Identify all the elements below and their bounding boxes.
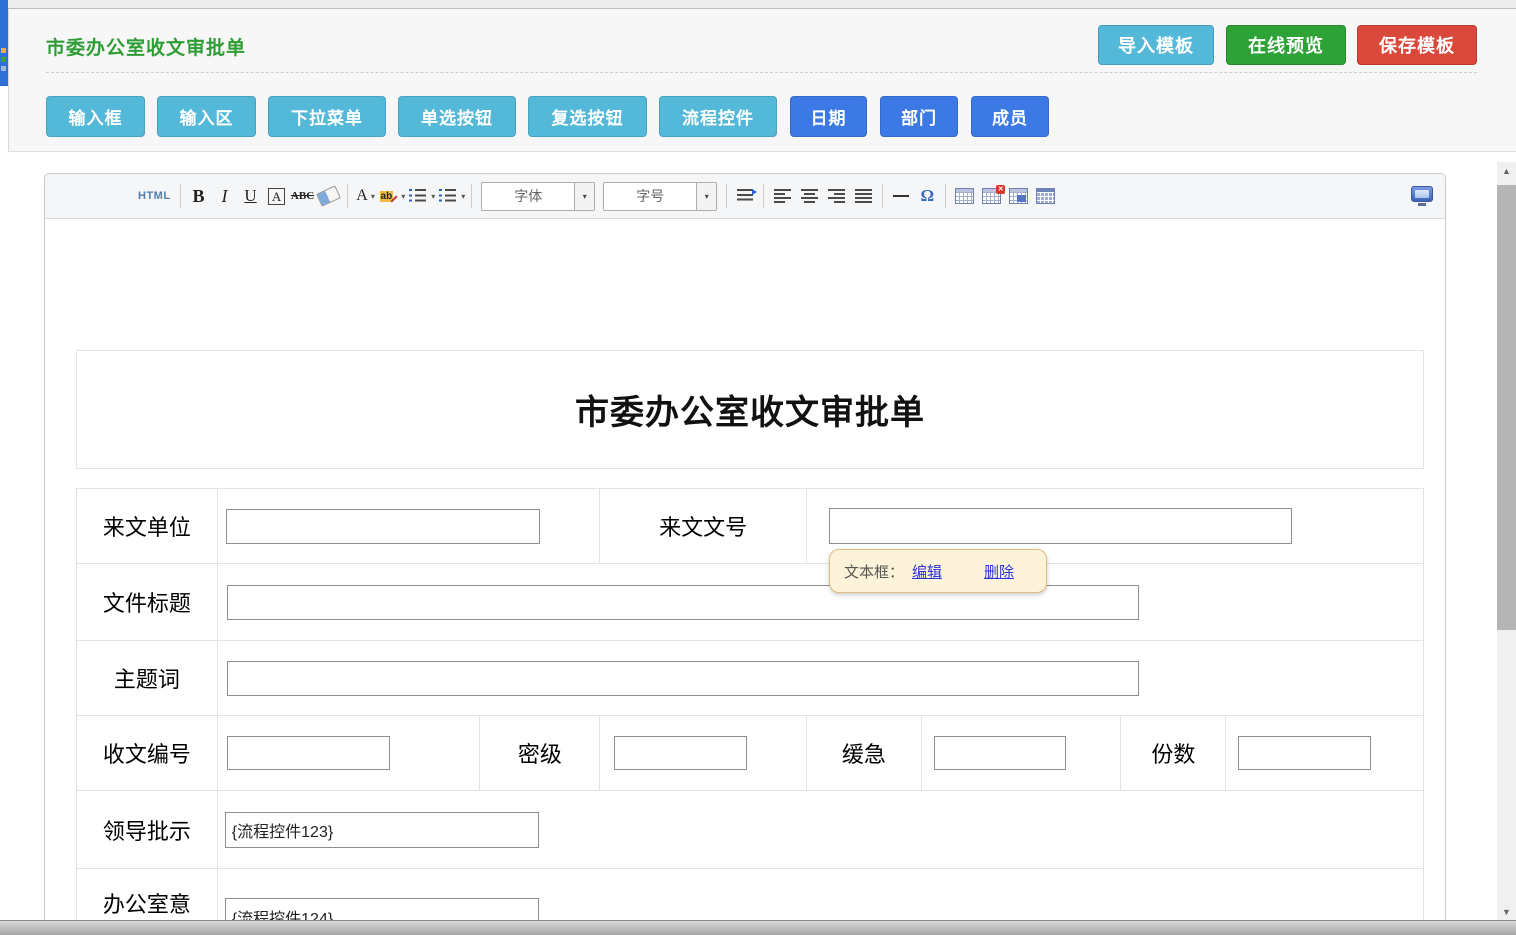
save-template-button[interactable]: 保存模板	[1357, 25, 1477, 65]
font-size-select[interactable]: 字号 ▾	[603, 182, 717, 211]
chevron-down-icon[interactable]: ▾	[431, 192, 435, 201]
widget-button-date[interactable]: 日期	[790, 96, 867, 137]
background-window-mark	[1, 48, 6, 53]
divider	[46, 72, 1477, 73]
toolbar-separator	[471, 184, 472, 208]
edit-widget-link[interactable]: 编辑	[912, 561, 942, 582]
toolbar-separator	[763, 184, 764, 208]
label-urgency: 缓急	[842, 737, 886, 769]
leader-instructions-input[interactable]	[225, 812, 539, 848]
widget-tooltip: 文本框： 编辑 删除	[829, 549, 1047, 593]
insert-table-icon[interactable]	[955, 188, 974, 204]
widget-button-checkbox[interactable]: 复选按钮	[528, 96, 647, 137]
bold-icon[interactable]: B	[187, 183, 211, 209]
label-incoming-doc-number: 来文文号	[659, 510, 747, 542]
form-table: 来文单位 来文文号 文件标题 主题词	[76, 488, 1424, 935]
align-center-icon[interactable]	[801, 189, 818, 203]
special-character-icon[interactable]: Ω	[915, 183, 939, 209]
toolbar-separator	[726, 184, 727, 208]
label-receipt-number: 收文编号	[103, 737, 191, 769]
chevron-down-icon[interactable]: ▾	[574, 183, 594, 210]
toolbar-separator	[882, 184, 883, 208]
online-preview-button[interactable]: 在线预览	[1226, 25, 1346, 65]
indent-icon[interactable]	[737, 189, 753, 203]
label-document-title: 文件标题	[103, 586, 191, 618]
eraser-icon[interactable]	[316, 185, 341, 207]
import-template-button[interactable]: 导入模板	[1098, 25, 1214, 65]
ordered-list-icon[interactable]: ▾	[407, 183, 435, 209]
highlight-icon[interactable]: ab▾	[380, 183, 406, 209]
keywords-input[interactable]	[227, 661, 1139, 696]
table-row: 收文编号 密级 缓急 份数	[77, 716, 1423, 791]
table-row: 来文单位 来文文号	[77, 489, 1423, 564]
label-keywords: 主题词	[114, 662, 180, 694]
background-window-left-edge	[0, 0, 8, 86]
italic-icon[interactable]: I	[213, 183, 237, 209]
align-left-icon[interactable]	[774, 189, 791, 203]
font-color-icon[interactable]: A▾	[354, 183, 378, 209]
background-window-mark	[1, 66, 6, 71]
delete-widget-link[interactable]: 删除	[984, 561, 1014, 582]
toolbar-separator	[945, 184, 946, 208]
widget-button-department[interactable]: 部门	[880, 96, 958, 137]
label-office-opinion: 办公室意	[103, 887, 191, 919]
widget-button-member[interactable]: 成员	[971, 96, 1049, 137]
header-panel: 市委办公室收文审批单 导入模板 在线预览 保存模板 输入框 输入区 下拉菜单 单…	[8, 9, 1516, 152]
tooltip-widget-type-label: 文本框：	[844, 561, 904, 582]
toolbar-separator	[347, 184, 348, 208]
widget-button-dropdown[interactable]: 下拉菜单	[268, 96, 386, 137]
chevron-down-icon[interactable]: ▾	[371, 192, 375, 201]
vertical-scrollbar[interactable]: ▲ ▼	[1497, 162, 1516, 920]
page-title: 市委办公室收文审批单	[46, 33, 246, 60]
scrollbar-thumb[interactable]	[1497, 185, 1516, 630]
font-style-icon[interactable]: A	[268, 188, 285, 205]
urgency-input[interactable]	[934, 736, 1066, 770]
editor-toolbar: HTML B I U A ABC A▾ ab▾ ▾ ▾ 字体 ▾ 字号 ▾	[45, 174, 1445, 219]
source-code-icon[interactable]: HTML	[138, 183, 171, 209]
toolbar-separator	[180, 184, 181, 208]
align-right-icon[interactable]	[828, 189, 845, 203]
background-window-mark	[1, 57, 6, 62]
secrecy-level-input[interactable]	[614, 736, 747, 770]
label-leader-instructions: 领导批示	[103, 814, 191, 846]
chevron-down-icon[interactable]: ▾	[401, 192, 405, 201]
widget-button-radio[interactable]: 单选按钮	[398, 96, 516, 137]
label-secrecy-level: 密级	[518, 737, 562, 769]
widget-button-input-box[interactable]: 输入框	[46, 96, 145, 137]
unordered-list-icon[interactable]: ▾	[437, 183, 465, 209]
scroll-down-arrow-icon[interactable]: ▼	[1497, 907, 1516, 917]
font-family-select[interactable]: 字体 ▾	[481, 182, 595, 211]
editor-document[interactable]: 市委办公室收文审批单 来文单位 来文文号 文件标题	[45, 219, 1445, 935]
widget-button-input-area[interactable]: 输入区	[157, 96, 256, 137]
scroll-up-arrow-icon[interactable]: ▲	[1497, 162, 1516, 180]
label-copies: 份数	[1151, 737, 1195, 769]
receipt-number-input[interactable]	[227, 736, 390, 770]
horizontal-rule-icon[interactable]	[893, 195, 909, 197]
background-window-top-edge	[0, 0, 1516, 9]
chevron-down-icon[interactable]: ▾	[696, 183, 716, 210]
widget-button-flow-control[interactable]: 流程控件	[659, 96, 777, 137]
table-row: 主题词	[77, 641, 1423, 716]
incoming-unit-input[interactable]	[226, 509, 540, 544]
table-row: 文件标题	[77, 564, 1423, 641]
justify-icon[interactable]	[855, 189, 872, 203]
delete-table-icon[interactable]	[982, 188, 1001, 204]
chevron-down-icon[interactable]: ▾	[461, 192, 465, 201]
copies-input[interactable]	[1238, 736, 1371, 770]
cell-properties-icon[interactable]	[1036, 188, 1055, 204]
table-row: 领导批示	[77, 791, 1423, 869]
incoming-doc-number-input[interactable]	[829, 508, 1292, 544]
fullscreen-icon[interactable]	[1411, 186, 1433, 206]
underline-icon[interactable]: U	[239, 183, 263, 209]
table-properties-icon[interactable]	[1009, 188, 1028, 204]
form-title: 市委办公室收文审批单	[76, 350, 1424, 469]
strikethrough-icon[interactable]: ABC	[291, 183, 315, 209]
rich-text-editor: HTML B I U A ABC A▾ ab▾ ▾ ▾ 字体 ▾ 字号 ▾	[44, 173, 1446, 935]
page: 市委办公室收文审批单 导入模板 在线预览 保存模板 输入框 输入区 下拉菜单 单…	[0, 0, 1516, 935]
background-window-bottom-edge	[0, 920, 1516, 935]
label-incoming-unit: 来文单位	[103, 510, 191, 542]
